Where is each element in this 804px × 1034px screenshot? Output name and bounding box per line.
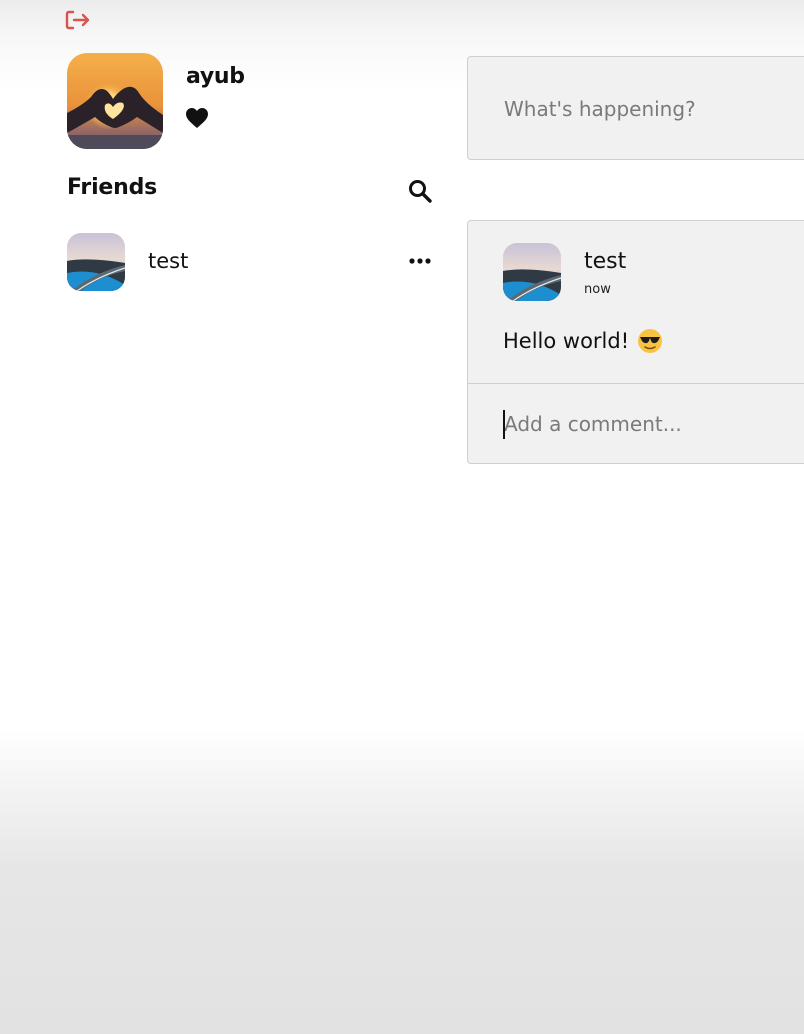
friend-name: test [148,249,189,273]
post-author-name[interactable]: test [584,249,626,274]
post-card: test now Hello world! [467,220,804,464]
friend-list-item[interactable]: test [67,233,437,293]
road-landscape-photo [503,243,561,301]
road-landscape-photo [67,233,125,291]
comment-input[interactable] [502,407,804,441]
post-text: Hello world! [503,329,630,353]
post-composer [467,56,804,160]
heart-hands-sunset-photo [67,53,163,149]
text-cursor [503,410,505,439]
post-divider [468,383,804,384]
profile-name: ayub [186,64,245,89]
post-composer-input[interactable] [502,93,796,125]
profile-avatar[interactable] [67,53,163,149]
friend-avatar[interactable] [67,233,125,291]
logout-icon[interactable] [64,8,92,32]
search-icon[interactable] [406,177,434,205]
more-horizontal-icon[interactable] [406,251,434,271]
heart-icon[interactable] [185,107,209,129]
post-body: Hello world! [503,328,663,354]
post-timestamp: now [584,282,611,297]
post-author-avatar[interactable] [503,243,561,301]
friends-title: Friends [67,175,158,200]
sunglasses-face-emoji [638,329,663,353]
